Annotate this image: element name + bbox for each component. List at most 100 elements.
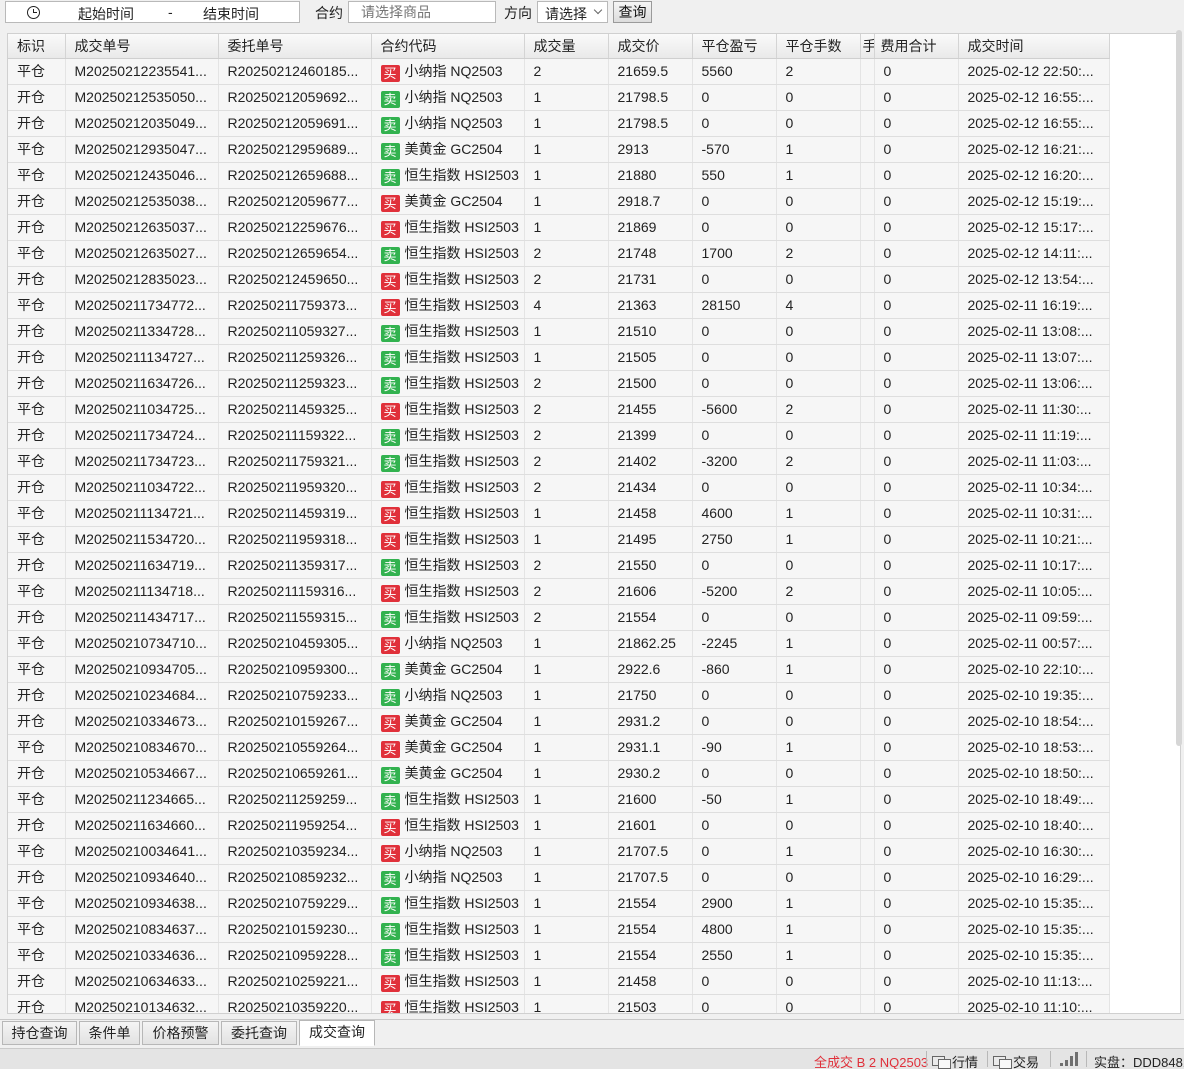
table-row[interactable]: 开仓 M20250212535038... R20250212059677... 买美… (8, 188, 1110, 215)
cell-deal-no: M20250212835023... (65, 266, 219, 293)
table-row[interactable]: 开仓 M20250210234684... R20250210759233... 卖小… (8, 682, 1110, 709)
cell-close-pnl: 0 (692, 370, 777, 397)
cell-qty: 2 (524, 474, 609, 501)
cell-qty: 1 (524, 812, 609, 839)
cell-close-pnl: 0 (692, 188, 777, 215)
cell-flag: 平仓 (8, 916, 66, 943)
table-row[interactable]: 平仓 M20250211134718... R20250211159316... 买恒… (8, 578, 1110, 605)
cell-qty: 1 (524, 942, 609, 969)
table-row[interactable]: 开仓 M20250212835023... R20250212459650... 买恒… (8, 266, 1110, 293)
table-row[interactable]: 平仓 M20250211134721... R20250211459319... 买恒… (8, 500, 1110, 527)
table-row[interactable]: 平仓 M20250210734710... R20250210459305... 买小… (8, 630, 1110, 657)
vertical-scrollbar[interactable] (1176, 30, 1182, 746)
tab-conditional-orders[interactable]: 条件单 (79, 1021, 140, 1045)
cell-close-pnl: 0 (692, 760, 777, 787)
table-row[interactable]: 平仓 M20250210034641... R20250210359234... 买小… (8, 838, 1110, 865)
cell-lots (860, 838, 875, 865)
query-button[interactable]: 查询 (613, 1, 652, 23)
col-header-contract[interactable]: 合约代码 (371, 34, 525, 59)
col-header-order-no[interactable]: 委托单号 (218, 34, 372, 59)
cell-flag: 开仓 (8, 760, 66, 787)
table-row[interactable]: 开仓 M20250212035049... R20250212059691... 卖小… (8, 110, 1110, 137)
cell-close-lots: 1 (776, 500, 861, 527)
table-row[interactable]: 平仓 M20250211534720... R20250211959318... 买恒… (8, 526, 1110, 553)
cell-fee: 0 (874, 214, 959, 241)
sell-badge: 卖 (380, 90, 400, 108)
col-header-qty[interactable]: 成交量 (524, 34, 609, 59)
cell-fee: 0 (874, 630, 959, 657)
tab-trade-query[interactable]: 成交查询 (299, 1020, 375, 1046)
cell-qty: 1 (524, 890, 609, 917)
cell-order-no: R20250210659261... (218, 760, 372, 787)
buy-badge: 买 (380, 532, 400, 550)
col-header-fee[interactable]: 费用合计 (874, 34, 959, 59)
table-row[interactable]: 平仓 M20250211234665... R20250211259259... 卖恒… (8, 786, 1110, 813)
table-row[interactable]: 开仓 M20250210134632... R20250210359220... 买恒… (8, 994, 1110, 1013)
sell-badge: 卖 (380, 116, 400, 134)
cell-qty: 1 (524, 526, 609, 553)
cell-deal-no: M20250210934705... (65, 656, 219, 683)
table-row[interactable]: 平仓 M20250211734723... R20250211759321... 卖恒… (8, 448, 1110, 475)
contract-name: 恒生指数 HSI2503 (404, 478, 519, 495)
tab-price-alert[interactable]: 价格预警 (142, 1021, 219, 1045)
trade-button[interactable]: 交易 (993, 1052, 1039, 1069)
col-header-time[interactable]: 成交时间 (958, 34, 1110, 59)
table-row[interactable]: 开仓 M20250210634633... R20250210259221... 买恒… (8, 968, 1110, 995)
table-row[interactable]: 开仓 M20250211734724... R20250211159322... 卖恒… (8, 422, 1110, 449)
cell-price: 21458 (608, 968, 693, 995)
col-header-lots[interactable]: 手 (860, 34, 875, 59)
cell-contract: 买恒生指数 HSI2503 (371, 526, 525, 553)
tab-order-query[interactable]: 委托查询 (221, 1021, 297, 1045)
col-header-close-pnl[interactable]: 平仓盈亏 (692, 34, 777, 59)
table-row[interactable]: 平仓 M20250210334636... R20250210959228... 卖恒… (8, 942, 1110, 969)
cell-close-lots: 0 (776, 604, 861, 631)
table-row[interactable]: 开仓 M20250212635037... R20250212259676... 买恒… (8, 214, 1110, 241)
table-row[interactable]: 开仓 M20250211334728... R20250211059327... 卖恒… (8, 318, 1110, 345)
cell-order-no: R20250211159316... (218, 578, 372, 605)
table-row[interactable]: 平仓 M20250212935047... R20250212959689... 卖美… (8, 136, 1110, 163)
date-range-picker[interactable]: 起始时间 - 结束时间 (5, 1, 300, 23)
table-row[interactable]: 开仓 M20250211434717... R20250211559315... 卖恒… (8, 604, 1110, 631)
buy-badge: 买 (380, 714, 400, 732)
buy-badge: 买 (380, 584, 400, 602)
table-row[interactable]: 平仓 M20250210834637... R20250210159230... 卖恒… (8, 916, 1110, 943)
table-row[interactable]: 平仓 M20250211034725... R20250211459325... 买恒… (8, 396, 1110, 423)
table-row[interactable]: 开仓 M20250211134727... R20250211259326... 卖恒… (8, 344, 1110, 371)
cell-close-lots: 0 (776, 110, 861, 137)
table-row[interactable]: 平仓 M20250210934705... R20250210959300... 卖美… (8, 656, 1110, 683)
cell-lots (860, 864, 875, 891)
buy-badge: 买 (380, 272, 400, 290)
table-row[interactable]: 平仓 M20250211734772... R20250211759373... 买恒… (8, 292, 1110, 319)
cell-flag: 开仓 (8, 552, 66, 579)
direction-select[interactable]: 请选择 (537, 1, 608, 23)
cell-contract: 卖小纳指 NQ2503 (371, 110, 525, 137)
col-header-price[interactable]: 成交价 (608, 34, 693, 59)
table-row[interactable]: 开仓 M20250211634660... R20250211959254... 买恒… (8, 812, 1110, 839)
table-row[interactable]: 开仓 M20250210934640... R20250210859232... 卖小… (8, 864, 1110, 891)
end-time-field[interactable]: 结束时间 (203, 4, 259, 24)
tab-position-query[interactable]: 持仓查询 (2, 1021, 77, 1045)
cell-time: 2025-02-11 11:30:... (958, 396, 1110, 423)
table-row[interactable]: 开仓 M20250212535050... R20250212059692... 卖小… (8, 84, 1110, 111)
table-row[interactable]: 开仓 M20250210534667... R20250210659261... 卖美… (8, 760, 1110, 787)
table-row[interactable]: 开仓 M20250211034722... R20250211959320... 买恒… (8, 474, 1110, 501)
cell-flag: 开仓 (8, 344, 66, 371)
cell-deal-no: M20250210034641... (65, 838, 219, 865)
col-header-deal-no[interactable]: 成交单号 (65, 34, 219, 59)
start-time-field[interactable]: 起始时间 (78, 4, 134, 24)
table-row[interactable]: 平仓 M20250210934638... R20250210759229... 卖恒… (8, 890, 1110, 917)
cell-lots (860, 162, 875, 189)
cell-qty: 1 (524, 734, 609, 761)
table-row[interactable]: 开仓 M20250211634726... R20250211259323... 卖恒… (8, 370, 1110, 397)
market-button[interactable]: 行情 (932, 1052, 978, 1069)
contract-input[interactable] (348, 1, 496, 23)
table-row[interactable]: 开仓 M20250211634719... R20250211359317... 卖恒… (8, 552, 1110, 579)
col-header-flag[interactable]: 标识 (8, 34, 66, 59)
table-row[interactable]: 平仓 M20250212635027... R20250212659654... 卖恒… (8, 240, 1110, 267)
col-header-close-lots[interactable]: 平仓手数 (776, 34, 861, 59)
table-row[interactable]: 平仓 M20250210834670... R20250210559264... 买美… (8, 734, 1110, 761)
cell-time: 2025-02-10 18:49:... (958, 786, 1110, 813)
table-row[interactable]: 平仓 M20250212435046... R20250212659688... 卖恒… (8, 162, 1110, 189)
table-row[interactable]: 开仓 M20250210334673... R20250210159267... 买美… (8, 708, 1110, 735)
table-row[interactable]: 平仓 M20250212235541... R20250212460185... 买小… (8, 58, 1110, 85)
